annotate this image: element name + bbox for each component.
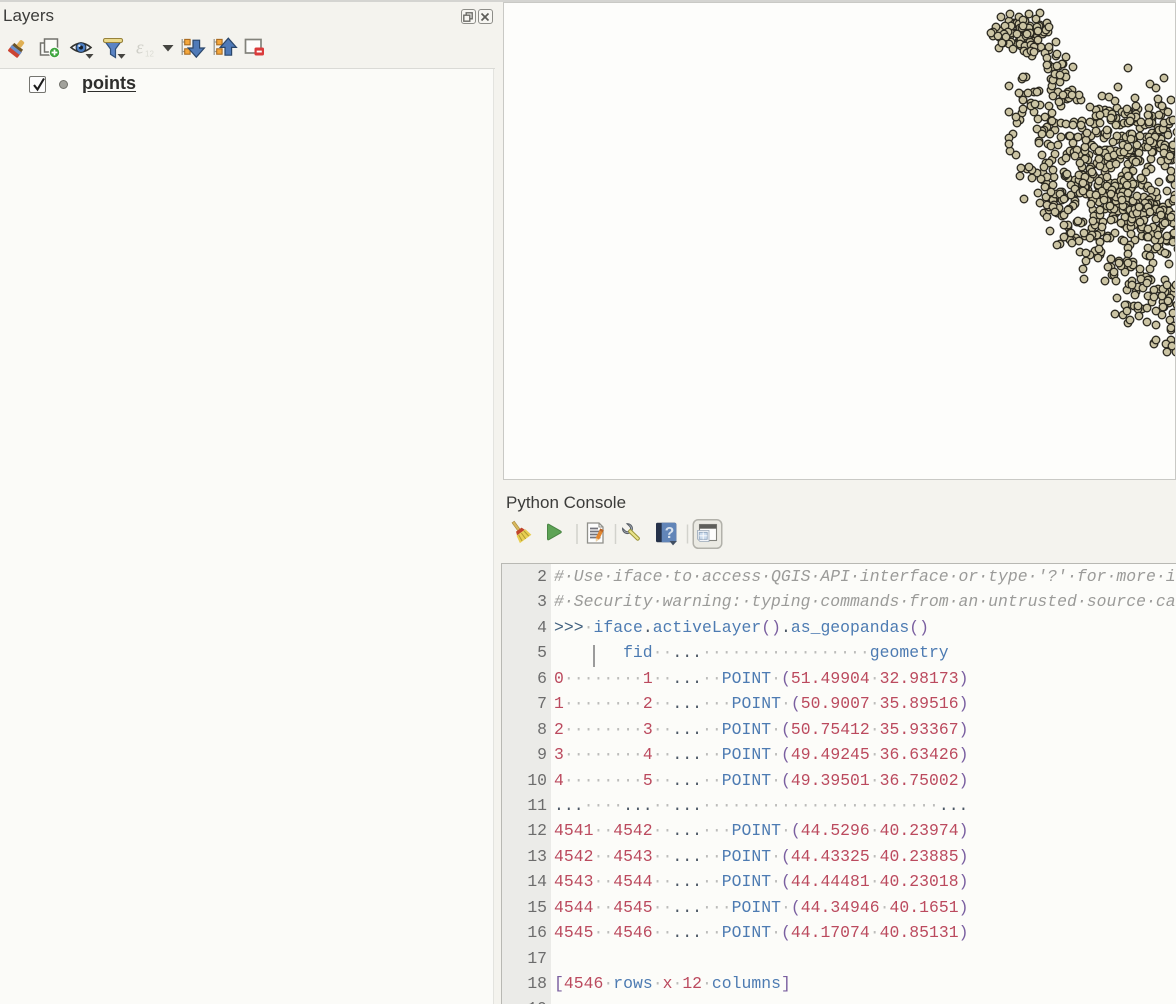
svg-text:?: ? — [665, 525, 674, 542]
svg-text:ε: ε — [136, 38, 144, 59]
svg-text:12: 12 — [145, 50, 154, 59]
